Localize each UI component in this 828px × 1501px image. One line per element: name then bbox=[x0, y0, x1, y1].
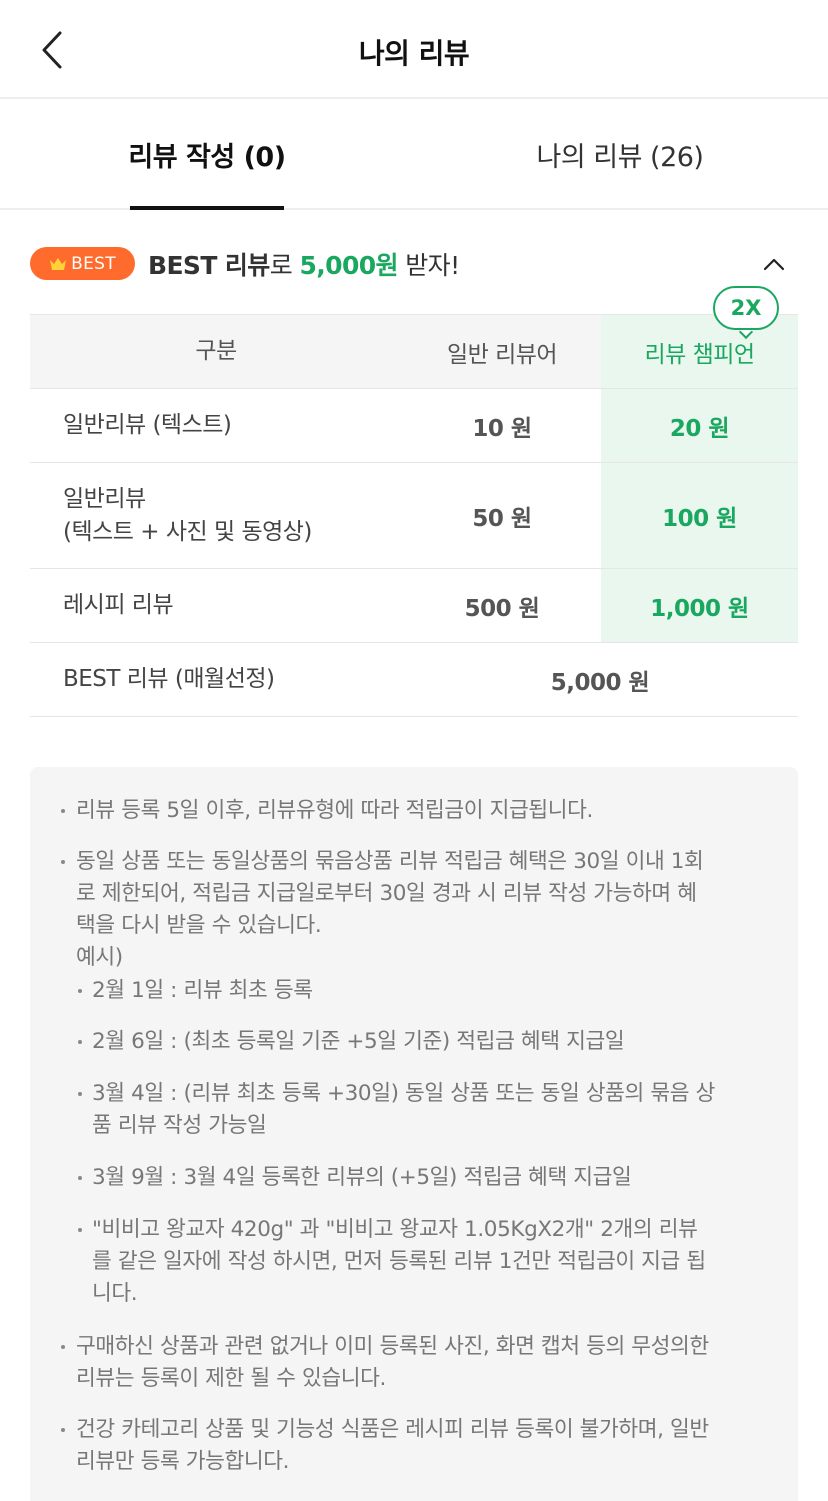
chevron-up-icon bbox=[763, 258, 785, 271]
table-row: 레시피 리뷰 500 원 1,000 원 bbox=[30, 569, 798, 643]
bullet-dot bbox=[61, 809, 65, 813]
notice-box: 리뷰 등록 5일 이후, 리뷰유형에 따라 적립금이 지급됩니다. 동일 상품 … bbox=[30, 767, 798, 1501]
row-type: BEST 리뷰 (매월선정) bbox=[63, 666, 275, 692]
table-row: 일반리뷰 (텍스트 + 사진 및 동영상) 50 원 100 원 bbox=[30, 463, 798, 569]
bullet-dot bbox=[78, 1040, 82, 1044]
notice-line: 건강 카테고리 상품 및 기능성 식품은 레시피 리뷰 등록이 불가하며, 일반 bbox=[76, 1417, 709, 1442]
bullet-dot bbox=[61, 1345, 65, 1349]
row-champion-value: 20 원 bbox=[669, 415, 730, 442]
example-item: 2월 6일 : (최초 등록일 기준 +5일 기준) 적립금 혜택 지급일 bbox=[92, 1029, 625, 1054]
multiplier-bubble: 2X bbox=[713, 286, 779, 330]
collapse-button[interactable] bbox=[758, 248, 790, 280]
row-type: 일반리뷰 (텍스트 + 사진 및 동영상) bbox=[63, 463, 403, 568]
page-title: 나의 리뷰 bbox=[358, 37, 470, 70]
best-amount: 5,000원 bbox=[299, 251, 398, 280]
table-header-row: 구분 일반 리뷰어 리뷰 챔피언 bbox=[30, 314, 798, 389]
bullet-dot bbox=[61, 1428, 65, 1432]
example-line: 품 리뷰 작성 가능일 bbox=[92, 1113, 267, 1138]
row-normal-value: 50 원 bbox=[472, 505, 532, 532]
row-merged-value: 5,000 원 bbox=[550, 669, 650, 696]
example-item: 2월 1일 : 리뷰 최초 등록 bbox=[92, 978, 313, 1003]
example-line: 를 같은 일자에 작성 하시면, 먼저 등록된 리뷰 1건만 적립금이 지급 됩 bbox=[92, 1249, 706, 1274]
row-type: 일반리뷰 (텍스트) bbox=[63, 412, 232, 438]
bullet-dot bbox=[78, 1176, 82, 1180]
row-type-line2: (텍스트 + 사진 및 동영상) bbox=[63, 518, 312, 545]
table-row: BEST 리뷰 (매월선정) 5,000 원 bbox=[30, 643, 798, 717]
header-normal-reviewer: 일반 리뷰어 bbox=[446, 341, 558, 368]
header-type: 구분 bbox=[195, 338, 237, 364]
bullet-dot bbox=[78, 1092, 82, 1096]
notice-item: 리뷰 등록 5일 이후, 리뷰유형에 따라 적립금이 지급됩니다. bbox=[76, 798, 593, 823]
row-type-line1: 일반리뷰 bbox=[63, 485, 146, 512]
best-badge-label: BEST bbox=[71, 253, 116, 274]
example-line: "비비고 왕교자 420g" 과 "비비고 왕교자 1.05KgX2개" 2개의… bbox=[92, 1217, 698, 1242]
example-item: 3월 9월 : 3월 4일 등록한 리뷰의 (+5일) 적립금 혜택 지급일 bbox=[92, 1165, 632, 1190]
best-text-bold: BEST 리뷰 bbox=[148, 251, 270, 280]
best-banner-text: BEST 리뷰로 5,000원 받자! bbox=[148, 246, 460, 282]
row-normal-value: 500 원 bbox=[464, 595, 540, 622]
bullet-dot bbox=[78, 1228, 82, 1232]
bullet-dot bbox=[61, 860, 65, 864]
row-champion-value: 100 원 bbox=[662, 505, 737, 532]
tab-my-reviews[interactable]: 나의 리뷰 (26) bbox=[500, 99, 740, 210]
notice-line: 동일 상품 또는 동일상품의 묶음상품 리뷰 적립금 혜택은 30일 이내 1회 bbox=[76, 849, 704, 874]
best-text-mid: 로 bbox=[269, 251, 300, 280]
row-normal-value: 10 원 bbox=[472, 415, 532, 442]
notice-line: 리뷰는 등록이 제한 될 수 있습니다. bbox=[76, 1366, 386, 1391]
app-header: 나의 리뷰 bbox=[0, 0, 828, 99]
review-tabs: 리뷰 작성 (0) 나의 리뷰 (26) bbox=[0, 99, 828, 210]
active-tab-indicator bbox=[130, 206, 284, 210]
bullet-dot bbox=[78, 989, 82, 993]
best-badge: BEST bbox=[30, 247, 135, 280]
notice-line: 로 제한되어, 적립금 지급일로부터 30일 경과 시 리뷰 작성 가능하며 혜 bbox=[76, 881, 697, 906]
example-line: 3월 4일 : (리뷰 최초 등록 +30일) 동일 상품 또는 동일 상품의 … bbox=[92, 1081, 715, 1106]
example-line: 니다. bbox=[92, 1281, 138, 1306]
notice-line: 예시) bbox=[76, 945, 123, 970]
table-row: 일반리뷰 (텍스트) 10 원 20 원 bbox=[30, 389, 798, 463]
notice-line: 리뷰만 등록 가능합니다. bbox=[76, 1449, 290, 1474]
row-type: 레시피 리뷰 bbox=[63, 592, 174, 618]
crown-icon bbox=[50, 257, 67, 270]
best-review-banner: BEST BEST 리뷰로 5,000원 받자! bbox=[0, 240, 828, 290]
notice-line: 택을 다시 받을 수 있습니다. bbox=[76, 913, 322, 938]
tab-write-review[interactable]: 리뷰 작성 (0) bbox=[100, 99, 314, 210]
row-champion-value: 1,000 원 bbox=[650, 595, 749, 622]
notice-line: 구매하신 상품과 관련 없거나 이미 등록된 사진, 화면 캡처 등의 무성의한 bbox=[76, 1334, 709, 1359]
best-text-end: 받자! bbox=[397, 251, 460, 280]
